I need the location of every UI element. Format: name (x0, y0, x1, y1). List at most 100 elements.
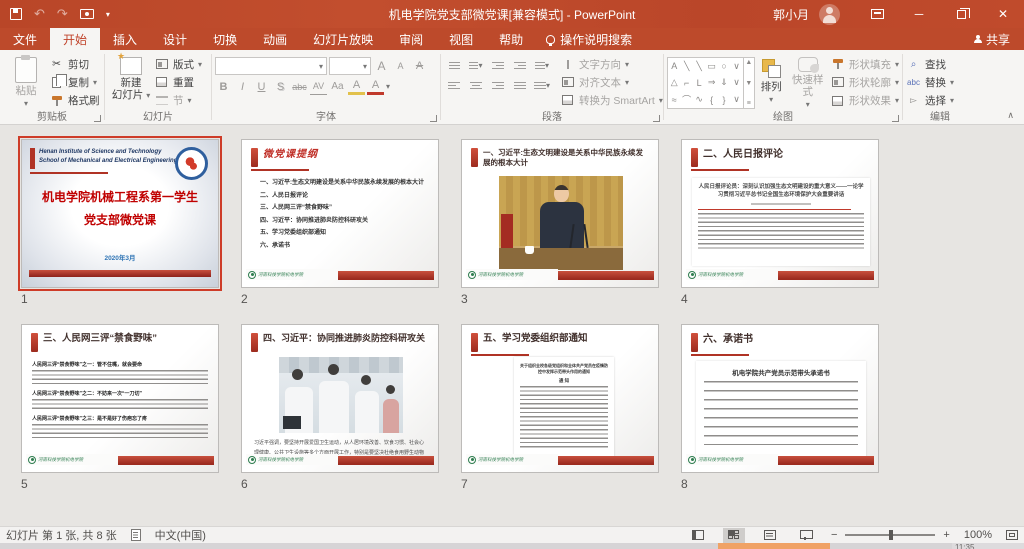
decrease-font-size-button[interactable]: A (392, 58, 409, 75)
share-button[interactable]: 共享 (974, 28, 1024, 50)
zoom-slider[interactable] (845, 534, 935, 536)
tab-slideshow[interactable]: 幻灯片放映 (300, 28, 386, 50)
quick-styles-button[interactable]: 快速样式 ▾ (788, 54, 828, 109)
tab-transitions[interactable]: 切换 (200, 28, 250, 50)
clear-formatting-button[interactable]: A (411, 58, 428, 75)
decrease-indent-button[interactable] (488, 57, 508, 74)
strikethrough-button[interactable]: abc (291, 78, 308, 95)
clipboard-dialog-launcher-icon[interactable] (94, 115, 101, 122)
normal-view-button[interactable] (687, 528, 709, 543)
align-text-button[interactable]: 对齐文本▾ (560, 74, 663, 90)
convert-smartart-button[interactable]: 转换为 SmartArt▾ (560, 92, 663, 108)
tell-me-search[interactable]: 操作说明搜索 (536, 28, 642, 50)
slide-sorter-view-button[interactable] (723, 528, 745, 543)
shape-outline-button[interactable]: 形状轮廓▾ (830, 74, 899, 90)
shape-elbow-icon[interactable]: ⌐ (684, 78, 689, 88)
font-color-button[interactable]: A (367, 78, 384, 95)
shape-fill-button[interactable]: 形状填充▾ (830, 56, 899, 72)
font-size-combobox[interactable]: ▾ (329, 57, 371, 75)
align-left-button[interactable] (444, 77, 464, 94)
find-button[interactable]: ⌕查找 (906, 56, 954, 72)
replace-button[interactable]: abc替换▾ (906, 74, 954, 90)
bold-button[interactable]: B (215, 78, 232, 95)
new-slide-button[interactable]: 新建幻灯片 ▾ (108, 54, 154, 109)
tab-view[interactable]: 视图 (436, 28, 486, 50)
slide-thumbnail-6[interactable]: 四、习近平：协同推进肺炎防控科研攻关 习近平强调，要坚持开展爱国卫生运动，从人居… (240, 323, 440, 492)
zoom-level[interactable]: 100% (964, 529, 992, 541)
slide-thumbnail-2[interactable]: 微党课提纲 一、习近平:生态文明建设是关系中华民族永续发展的根本大计 二、人民日… (240, 138, 440, 307)
increase-font-size-button[interactable]: A (373, 58, 390, 75)
reset-button[interactable]: 重置 (154, 74, 202, 90)
format-painter-button[interactable]: 格式刷 (49, 93, 100, 109)
shapes-more-icon[interactable]: ≡ (747, 100, 751, 107)
shapes-scroll-down-icon[interactable]: ▼ (745, 80, 752, 87)
tab-file[interactable]: 文件 (0, 28, 50, 50)
arrange-button[interactable]: 排列 ▾ (755, 54, 788, 109)
redo-icon[interactable]: ↷ (57, 6, 68, 22)
italic-button[interactable]: I (234, 78, 251, 95)
slideshow-view-button[interactable] (795, 528, 817, 543)
account-name[interactable]: 郭小月 (773, 6, 809, 23)
font-name-combobox[interactable]: ▾ (215, 57, 327, 75)
language-status[interactable]: 中文(中国) (155, 527, 206, 543)
tab-home[interactable]: 开始 (50, 28, 100, 50)
shape-line-icon[interactable]: ╲ (684, 61, 689, 72)
copy-button[interactable]: 复制▾ (49, 74, 100, 90)
slide-thumbnail-7[interactable]: 五、学习党委组织部通知 关于组织全校各级党组织和全体共产党员在疫情防控中发挥示范… (460, 323, 660, 492)
reading-view-button[interactable] (759, 528, 781, 543)
slide-thumbnail-4[interactable]: 二、人民日报评论 人民日报评论员：深刻认识加强生态文明建设的重大意义——一论学习… (680, 138, 880, 307)
customize-qat-caret-icon[interactable]: ▾ (106, 10, 110, 19)
notes-icon[interactable] (131, 529, 141, 541)
justify-button[interactable] (510, 77, 530, 94)
slide-thumbnail-5[interactable]: 三、人民网三评“禁食野味” 人民网三评“禁食野味”之一：管不住嘴，就会要命 人民… (20, 323, 220, 492)
shape-scribble-icon[interactable]: ≈ (672, 95, 677, 105)
shape-rect-icon[interactable]: ▭ (707, 61, 716, 72)
start-slideshow-icon[interactable] (80, 9, 94, 19)
zoom-in-button[interactable]: + (943, 529, 949, 541)
numbering-button[interactable]: ▾ (466, 57, 486, 74)
slide-thumbnail-1[interactable]: Henan Institute of Science and Technolog… (20, 138, 220, 307)
text-direction-button[interactable]: 文字方向▾ (560, 56, 663, 72)
text-shadow-button[interactable]: S (272, 78, 289, 95)
font-color-caret-icon[interactable]: ▾ (386, 82, 390, 91)
slide-thumbnail-8[interactable]: 六、承诺书 机电学院共产党员示范带头承诺书 河南科技学院机电学院 8 (680, 323, 880, 492)
shape-brace-left-icon[interactable]: { (710, 95, 713, 105)
select-button[interactable]: ▻选择▾ (906, 93, 954, 109)
shape-triangle-icon[interactable]: △ (671, 77, 678, 88)
character-spacing-button[interactable]: AV (310, 78, 327, 95)
align-center-button[interactable] (466, 77, 486, 94)
tab-help[interactable]: 帮助 (486, 28, 536, 50)
shape-chevron3-icon[interactable]: ∨ (733, 94, 740, 105)
shape-arrow-right-icon[interactable]: ⇒ (708, 77, 716, 88)
shape-textbox-icon[interactable]: A (671, 61, 677, 71)
collapse-ribbon-button[interactable]: ∧ (1007, 110, 1014, 121)
drawing-dialog-launcher-icon[interactable] (892, 115, 899, 122)
section-button[interactable]: 节▾ (154, 93, 202, 109)
shape-elbow2-icon[interactable]: L (697, 78, 702, 88)
zoom-out-button[interactable]: − (831, 529, 837, 541)
shape-arrow-down-icon[interactable]: ⇓ (720, 77, 728, 88)
shape-chevron2-icon[interactable]: ∨ (733, 77, 740, 88)
layout-button[interactable]: 版式▾ (154, 56, 202, 72)
bullets-button[interactable] (444, 57, 464, 74)
close-button[interactable]: ✕ (982, 0, 1024, 28)
change-case-button[interactable]: Aa (329, 78, 346, 95)
increase-indent-button[interactable] (510, 57, 530, 74)
zoom-slider-thumb[interactable] (889, 530, 893, 540)
tab-animations[interactable]: 动画 (250, 28, 300, 50)
restore-button[interactable] (940, 0, 982, 28)
avatar[interactable] (819, 4, 840, 25)
tab-review[interactable]: 审阅 (386, 28, 436, 50)
shape-brace-right-icon[interactable]: } (723, 95, 726, 105)
save-icon[interactable] (10, 8, 22, 20)
taskbar-active-app[interactable] (718, 543, 830, 549)
shape-chevron-icon[interactable]: ∨ (733, 61, 740, 72)
columns-button[interactable]: ▾ (532, 77, 552, 94)
shapes-scroll-up-icon[interactable]: ▲ (745, 59, 752, 66)
undo-icon[interactable]: ↶ (34, 6, 45, 22)
line-spacing-button[interactable]: ▾ (532, 57, 552, 74)
align-right-button[interactable] (488, 77, 508, 94)
font-dialog-launcher-icon[interactable] (430, 115, 437, 122)
shape-effects-button[interactable]: 形状效果▾ (830, 93, 899, 109)
fit-to-window-icon[interactable] (1006, 530, 1018, 540)
